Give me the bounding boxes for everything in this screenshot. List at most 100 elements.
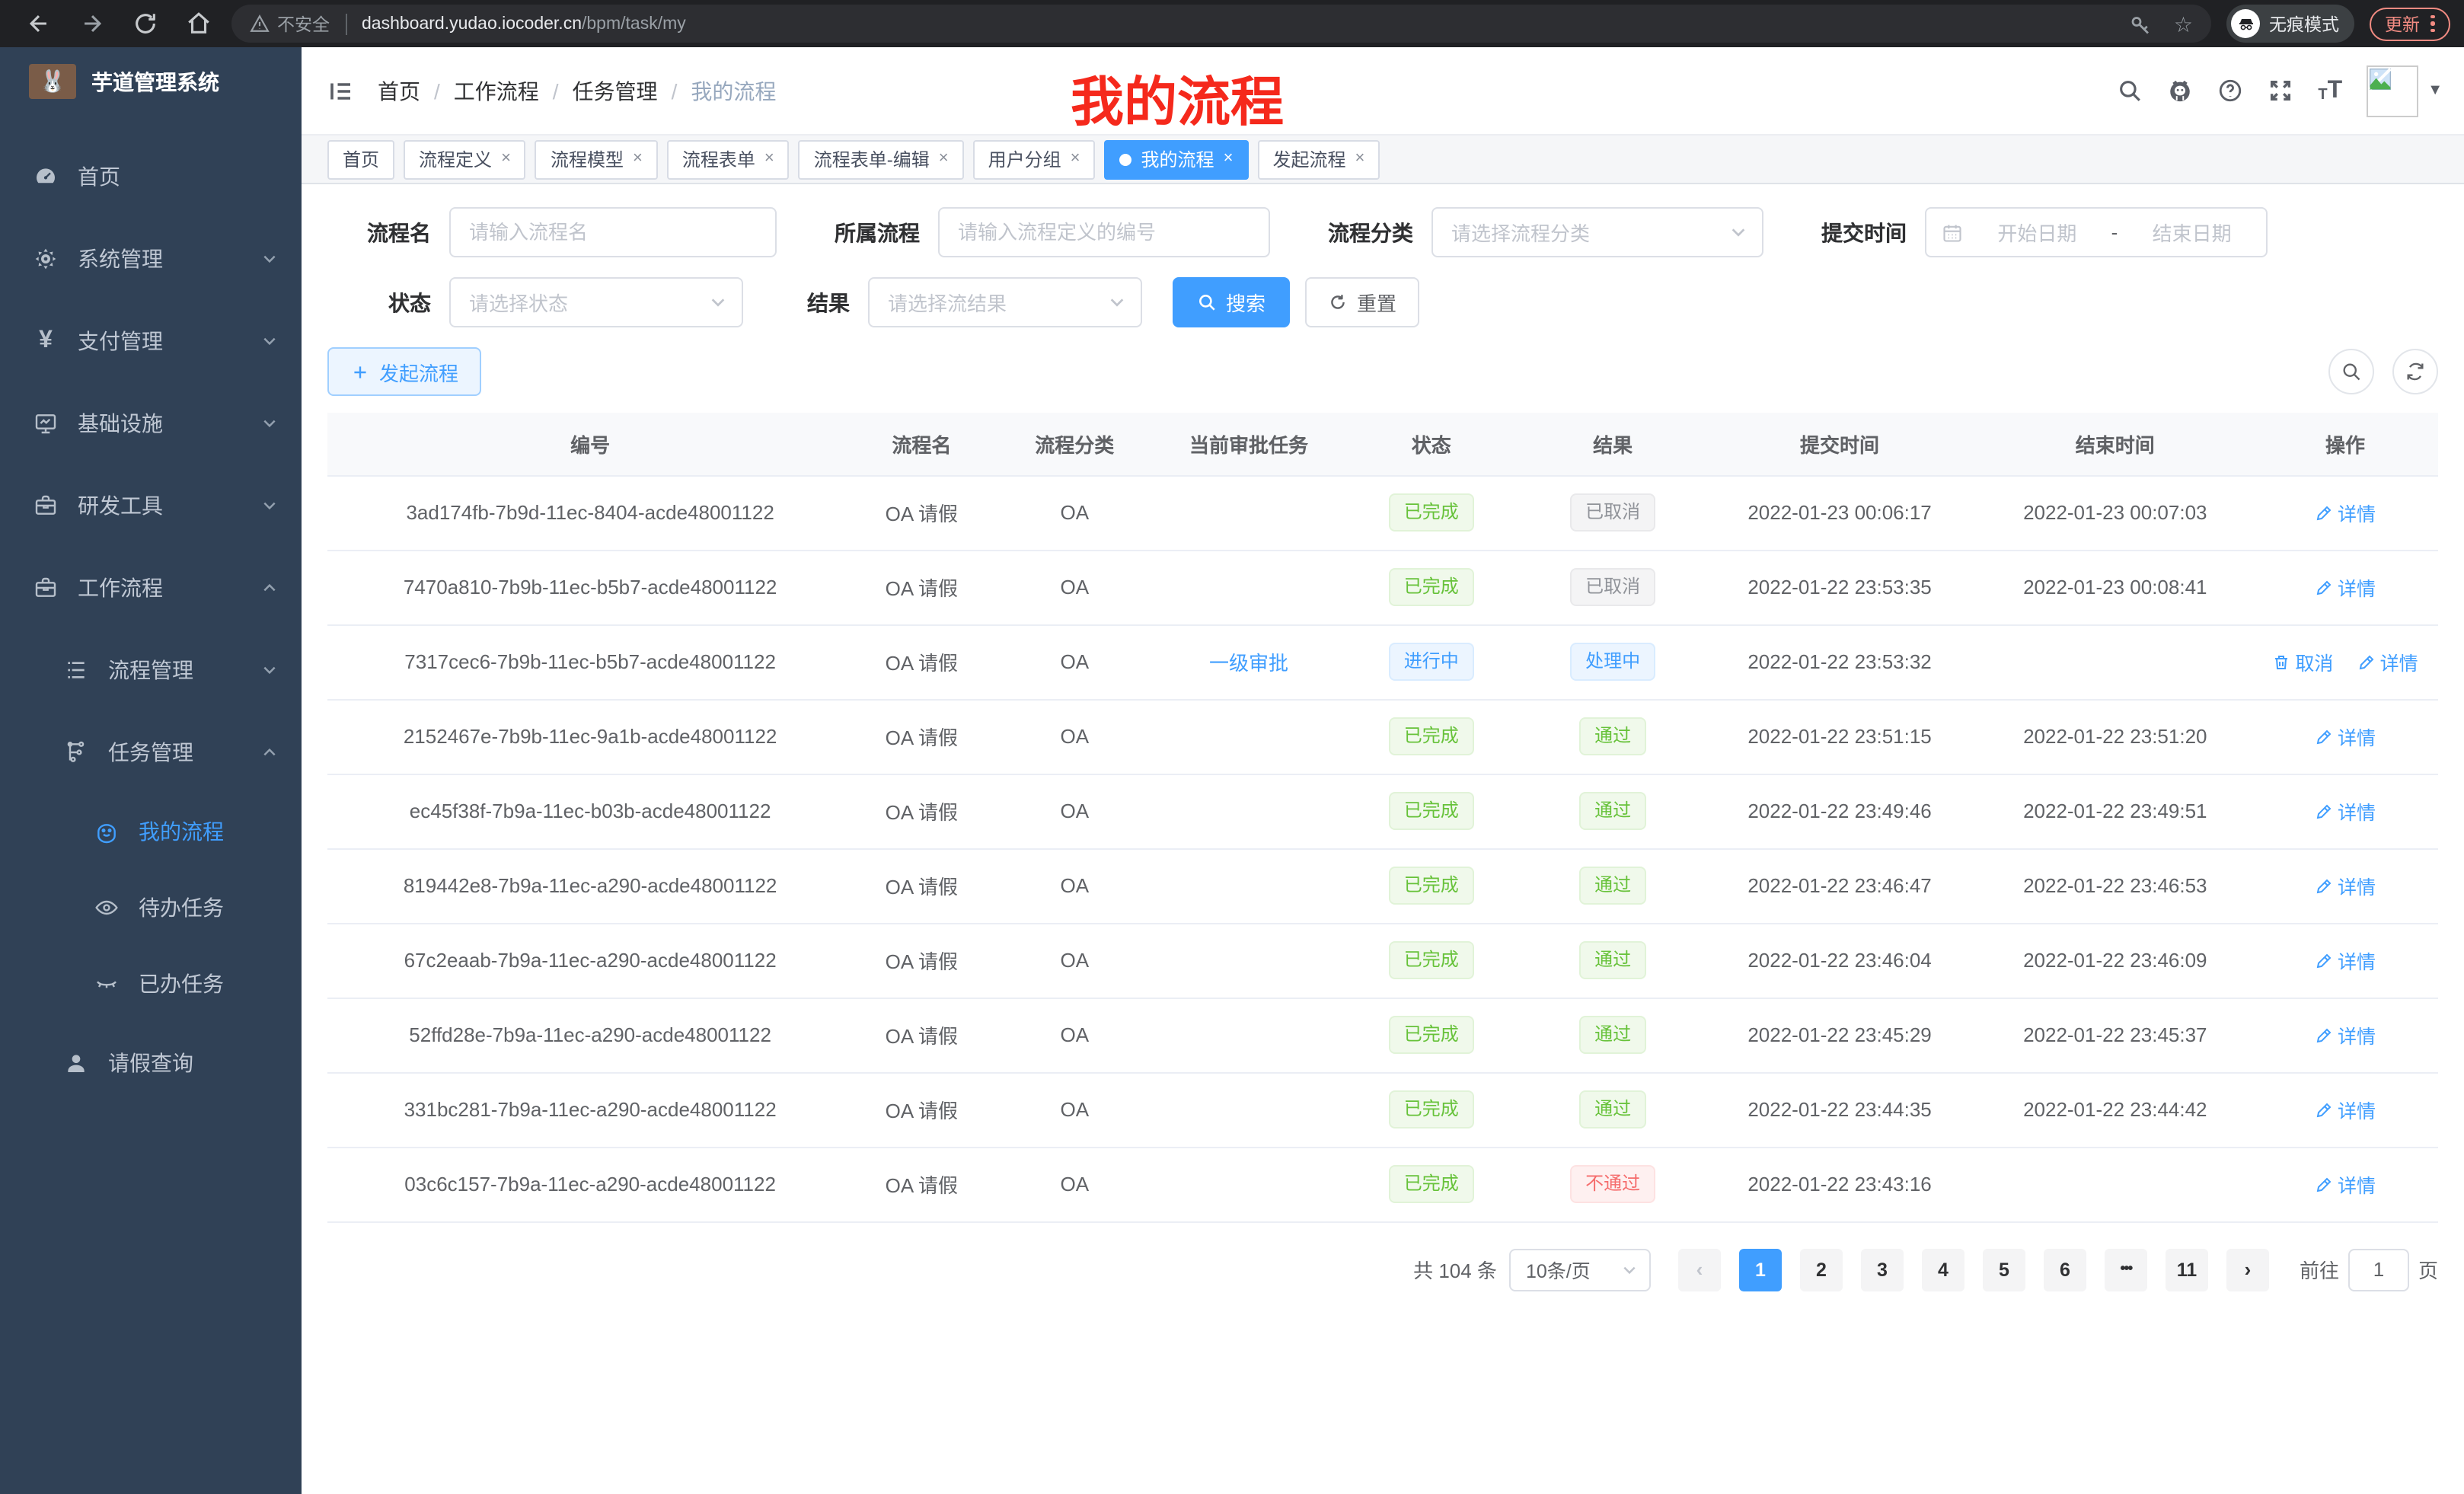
close-icon[interactable]: × [633,151,643,168]
process-name-input[interactable] [451,209,775,256]
address-bar[interactable]: 不安全 dashboard.yudao.iocoder.cn /bpm/task… [231,5,2211,43]
close-icon[interactable]: × [764,151,774,168]
forward-icon[interactable] [79,11,105,37]
breadcrumb-workflow[interactable]: 工作流程 [454,75,539,106]
page-size-select[interactable]: 10条/页 [1509,1248,1651,1291]
sidebar-item-leave-query[interactable]: 请假查询 [0,1022,302,1104]
tab-process-definition[interactable]: 流程定义× [404,139,526,179]
browser-menu-icon[interactable] [2430,15,2434,33]
detail-link[interactable]: 详情 [2315,1020,2376,1049]
trash-icon [2272,653,2290,671]
process-id-input[interactable] [940,209,1269,256]
github-icon[interactable] [2167,78,2193,104]
cell-end-time: 2022-01-23 00:07:03 [1978,475,2252,550]
security-warning[interactable]: 不安全 [250,11,330,36]
tab-start-process[interactable]: 发起流程× [1257,139,1380,179]
back-icon[interactable] [26,11,52,37]
detail-link[interactable]: 详情 [2315,1095,2376,1124]
process-name-label: 流程名 [327,217,431,247]
date-range-picker[interactable]: 开始日期 - 结束日期 [1925,207,2268,257]
fullscreen-icon[interactable] [2268,78,2293,104]
page-button-1[interactable]: 1 [1739,1248,1782,1291]
page-button-6[interactable]: 6 [2044,1248,2086,1291]
sidebar-item-home[interactable]: 首页 [0,136,302,218]
breadcrumb-task-mgmt[interactable]: 任务管理 [573,75,658,106]
table-row: 67c2eaab-7b9a-11ec-a290-acde48001122 OA … [327,923,2438,998]
sidebar-item-system[interactable]: 系统管理 [0,218,302,300]
category-select[interactable]: 请选择流程分类 [1431,207,1763,257]
content: 流程名 所属流程 流程分类 请选择流程分类 提交时间 开始日期 - 结束日期 [302,184,2464,1321]
detail-link[interactable]: 详情 [2315,946,2376,975]
table-refresh-button[interactable] [2392,349,2438,394]
detail-link[interactable]: 详情 [2315,1170,2376,1199]
page-button-4[interactable]: 4 [1922,1248,1964,1291]
sidebar-item-todo-tasks[interactable]: 待办任务 [0,870,302,946]
font-size-icon[interactable]: TT [2318,78,2342,103]
result-select[interactable]: 请选择流结果 [868,277,1142,327]
reload-icon[interactable] [132,11,158,37]
more-pages-button[interactable]: ••• [2105,1248,2147,1291]
help-icon[interactable] [2217,78,2243,104]
result-badge: 通过 [1579,941,1646,979]
cell-name: OA 请假 [853,475,990,550]
sidebar-item-devtools[interactable]: 研发工具 [0,464,302,547]
tab-process-form[interactable]: 流程表单× [667,139,790,179]
goto-page-input[interactable] [2348,1248,2409,1291]
cell-name: OA 请假 [853,550,990,624]
reset-button[interactable]: 重置 [1305,277,1419,327]
detail-link[interactable]: 详情 [2315,871,2376,900]
sidebar-item-done-tasks[interactable]: 已办任务 [0,946,302,1022]
detail-link[interactable]: 详情 [2315,573,2376,602]
gear-icon [34,247,58,271]
search-button[interactable]: 搜索 [1173,277,1290,327]
table-search-button[interactable] [2328,349,2374,394]
sidebar-item-payment[interactable]: ¥ 支付管理 [0,300,302,382]
tab-user-group[interactable]: 用户分组× [973,139,1096,179]
next-page-button[interactable]: › [2226,1248,2269,1291]
update-button[interactable]: 更新 [2370,7,2450,40]
page-button-5[interactable]: 5 [1983,1248,2025,1291]
collapse-menu-icon[interactable] [327,77,355,104]
close-icon[interactable]: × [501,151,511,168]
prev-page-button[interactable]: ‹ [1678,1248,1721,1291]
tab-process-form-edit[interactable]: 流程表单-编辑× [799,139,964,179]
close-icon[interactable]: × [1355,151,1364,168]
tab-home[interactable]: 首页 [327,139,394,179]
close-icon[interactable]: × [939,151,949,168]
search-icon[interactable] [2117,78,2143,104]
page-button-3[interactable]: 3 [1861,1248,1904,1291]
page-button-11[interactable]: 11 [2166,1248,2208,1291]
close-icon[interactable]: × [1224,151,1234,168]
sidebar-item-label: 基础设施 [78,408,163,439]
current-task-link[interactable]: 一级审批 [1209,652,1288,675]
table-row: 3ad174fb-7b9d-11ec-8404-acde48001122 OA … [327,475,2438,550]
sidebar-item-my-process[interactable]: 我的流程 [0,793,302,870]
sidebar-item-process-mgmt[interactable]: 流程管理 [0,629,302,711]
sidebar-item-infra[interactable]: 基础设施 [0,382,302,464]
key-icon[interactable] [2130,12,2153,35]
page-button-2[interactable]: 2 [1800,1248,1843,1291]
detail-link[interactable]: 详情 [2315,498,2376,527]
cell-category: OA [990,923,1159,998]
detail-link[interactable]: 详情 [2315,796,2376,825]
tab-process-model[interactable]: 流程模型× [535,139,658,179]
home-icon[interactable] [186,11,212,37]
avatar[interactable] [2367,65,2418,117]
tab-my-process[interactable]: 我的流程× [1105,139,1249,179]
chevron-down-icon [262,416,277,431]
cell-submit-time: 2022-01-22 23:45:29 [1702,998,1978,1072]
sidebar-item-task-mgmt[interactable]: 任务管理 [0,711,302,793]
close-icon[interactable]: × [1071,151,1080,168]
cancel-link[interactable]: 取消 [2272,647,2333,676]
start-process-button[interactable]: 发起流程 [327,347,481,396]
status-select[interactable]: 请选择状态 [449,277,743,327]
breadcrumb-home[interactable]: 首页 [378,75,420,106]
status-badge: 已完成 [1389,568,1474,606]
bookmark-star-icon[interactable]: ☆ [2174,13,2193,34]
detail-link[interactable]: 详情 [2315,722,2376,751]
detail-link[interactable]: 详情 [2357,647,2418,676]
sidebar-item-workflow[interactable]: 工作流程 [0,547,302,629]
caret-down-icon[interactable]: ▼ [2427,82,2443,99]
cell-id: 67c2eaab-7b9a-11ec-a290-acde48001122 [327,923,853,998]
cell-id: 03c6c157-7b9a-11ec-a290-acde48001122 [327,1147,853,1221]
